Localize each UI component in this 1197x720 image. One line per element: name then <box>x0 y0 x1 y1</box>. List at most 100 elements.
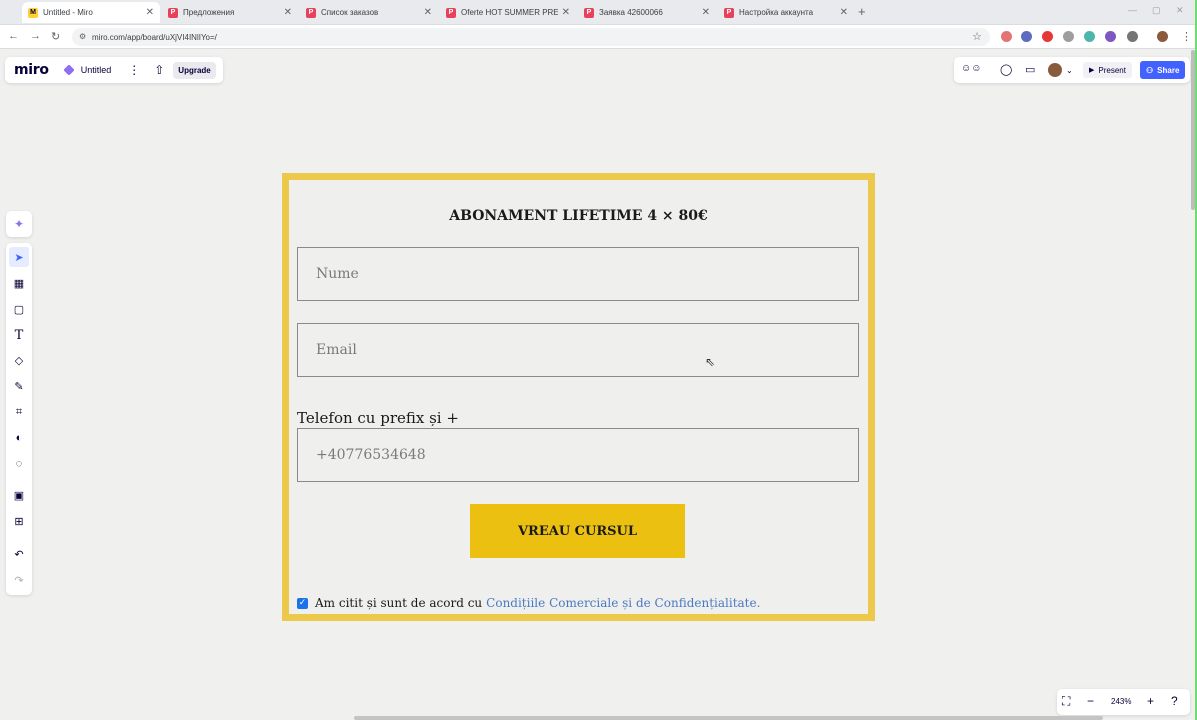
close-icon[interactable]: ✕ <box>284 7 292 18</box>
extension-icon[interactable] <box>1105 31 1116 42</box>
sticky-note-icon[interactable]: ▢ <box>9 299 29 319</box>
terms-link[interactable]: Condițiile Comerciale și de Confidențial… <box>486 596 760 610</box>
zoom-in-icon[interactable]: + <box>1147 694 1154 708</box>
undo-icon[interactable]: ↶ <box>9 544 29 564</box>
back-icon[interactable]: ← <box>8 30 19 42</box>
zoom-level[interactable]: 243% <box>1111 697 1131 706</box>
email-field[interactable]: Email <box>297 323 859 377</box>
zoom-out-icon[interactable]: − <box>1087 694 1094 708</box>
consent-checkbox[interactable]: ✓ <box>297 597 308 609</box>
extension-icon[interactable] <box>1001 31 1012 42</box>
tab-title: Предложения <box>183 8 235 17</box>
help-icon[interactable]: ? <box>1171 694 1178 708</box>
tab-title: Oferte HOT SUMMER PRE-SAL <box>461 8 558 17</box>
tab-3[interactable]: P Список заказов ✕ <box>300 2 438 23</box>
comment-icon[interactable]: ◌ <box>9 454 29 474</box>
close-icon[interactable]: ✕ <box>840 7 848 18</box>
tab-miro[interactable]: M Untitled - Miro ✕ <box>22 2 160 23</box>
profile-avatar[interactable] <box>1157 31 1168 42</box>
close-icon[interactable]: ✕ <box>702 7 710 18</box>
user-avatar[interactable] <box>1048 63 1062 77</box>
shapes-icon[interactable]: ◇ <box>9 350 29 370</box>
chevron-down-icon[interactable]: ⌄ <box>1066 66 1073 75</box>
templates-icon[interactable]: ▦ <box>9 273 29 293</box>
tab-6[interactable]: P Настройка аккаунта ✕ <box>718 2 854 23</box>
reactions-icon[interactable]: ☺☺ <box>961 63 981 74</box>
extension-icon[interactable] <box>1042 31 1053 42</box>
close-icon[interactable]: ✕ <box>146 7 154 18</box>
new-tab-icon[interactable]: + <box>858 4 866 19</box>
name-field[interactable]: Nume <box>297 247 859 301</box>
select-tool-icon[interactable]: ➤ <box>9 247 29 267</box>
phone-placeholder: +40776534648 <box>316 447 426 463</box>
creation-toolbar: ➤ ▦ ▢ T ◇ ✎ ⌗ ◐ ◌ ▣ ⊞ ↶ ↷ <box>6 243 32 595</box>
red-favicon: P <box>306 7 316 18</box>
pen-icon[interactable]: ✎ <box>9 376 29 396</box>
consent-row: ✓ Am citit și sunt de acord cu Condițiil… <box>297 596 760 610</box>
horizontal-scrollbar[interactable] <box>354 716 1103 720</box>
redo-icon[interactable]: ↷ <box>9 570 29 590</box>
play-icon: ▶ <box>1089 67 1095 74</box>
tab-4[interactable]: P Oferte HOT SUMMER PRE-SAL ✕ <box>440 2 576 23</box>
miro-board-header: miro Untitled ⋮ ⇧ Upgrade <box>5 57 223 83</box>
tab-title: Untitled - Miro <box>43 8 93 17</box>
url-text: miro.com/app/board/uXjVI4INlIYo=/ <box>92 32 217 42</box>
browser-tab-bar: M Untitled - Miro ✕ P Предложения ✕ P Сп… <box>0 0 1197 25</box>
more-apps-icon[interactable]: ⊞ <box>9 511 29 531</box>
name-placeholder: Nume <box>316 266 359 282</box>
upgrade-button[interactable]: Upgrade <box>173 61 216 79</box>
reload-icon[interactable]: ↻ <box>51 30 60 43</box>
phone-field[interactable]: +40776534648 <box>297 428 859 482</box>
mouse-cursor-icon: ⇖ <box>705 355 716 369</box>
frame-icon[interactable]: ⌗ <box>9 402 29 422</box>
email-placeholder: Email <box>316 342 357 358</box>
extension-icon[interactable] <box>1063 31 1074 42</box>
phone-label: Telefon cu prefix și + <box>297 409 459 427</box>
red-favicon: P <box>446 7 456 18</box>
browser-menu-icon[interactable]: ⋮ <box>1181 30 1192 43</box>
submit-button[interactable]: VREAU CURSUL <box>470 504 685 558</box>
present-label: Present <box>1098 65 1126 75</box>
zoom-controls: ⛶ − 243% + ? <box>1057 689 1190 715</box>
tab-2[interactable]: P Предложения ✕ <box>162 2 298 23</box>
close-icon[interactable]: ✕ <box>424 7 432 18</box>
miro-collab-bar: ☺☺ ◯ ▭ ⌄ ▶ Present ⚇ Share <box>954 57 1190 83</box>
red-favicon: P <box>168 7 178 18</box>
form-title: ABONAMENT LIFETIME 4 × 80€ <box>449 208 708 224</box>
export-icon[interactable]: ⇧ <box>154 63 164 77</box>
ai-assist-icon[interactable]: ✦ <box>6 211 32 237</box>
close-window-icon[interactable]: ✕ <box>1176 5 1184 16</box>
fit-to-screen-icon[interactable]: ⛶ <box>1062 694 1070 709</box>
maximize-icon[interactable]: ▢ <box>1152 5 1161 16</box>
address-bar: ← → ↻ ⚙ miro.com/app/board/uXjVI4INlIYo=… <box>0 25 1197 49</box>
tab-5[interactable]: P Заявка 42600066 ✕ <box>578 2 716 23</box>
board-name[interactable]: Untitled <box>81 65 112 75</box>
text-tool-icon[interactable]: T <box>9 325 29 345</box>
site-info-icon[interactable]: ⚙ <box>79 32 86 41</box>
board-icon <box>63 64 75 76</box>
present-button[interactable]: ▶ Present <box>1083 62 1132 78</box>
consent-text: Am citit și sunt de acord cu <box>315 596 483 610</box>
signup-form: ABONAMENT LIFETIME 4 × 80€ Nume Email Te… <box>282 173 875 621</box>
extension-icon[interactable] <box>1084 31 1095 42</box>
close-icon[interactable]: ✕ <box>562 7 570 18</box>
bookmark-star-icon[interactable]: ☆ <box>972 30 982 43</box>
red-favicon: P <box>724 7 734 18</box>
extension-icon[interactable] <box>1021 31 1032 42</box>
red-favicon: P <box>584 7 594 18</box>
board-menu-icon[interactable]: ⋮ <box>128 63 140 77</box>
minimize-icon[interactable]: — <box>1128 5 1137 15</box>
upload-image-icon[interactable]: ▣ <box>9 485 29 505</box>
comments-icon[interactable]: ◯ <box>1000 63 1012 76</box>
tab-title: Заявка 42600066 <box>599 8 663 17</box>
share-label: Share <box>1157 65 1180 75</box>
video-call-icon[interactable]: ▭ <box>1025 63 1035 76</box>
tab-title: Настройка аккаунта <box>739 8 814 17</box>
url-input[interactable]: ⚙ miro.com/app/board/uXjVI4INlIYo=/ ☆ <box>72 28 990 46</box>
miro-logo[interactable]: miro <box>14 62 49 78</box>
share-button[interactable]: ⚇ Share <box>1140 61 1186 79</box>
palette-icon[interactable]: ◐ <box>9 428 29 448</box>
forward-icon[interactable]: → <box>30 30 41 42</box>
share-users-icon: ⚇ <box>1146 65 1154 75</box>
extensions-puzzle-icon[interactable] <box>1127 31 1138 42</box>
